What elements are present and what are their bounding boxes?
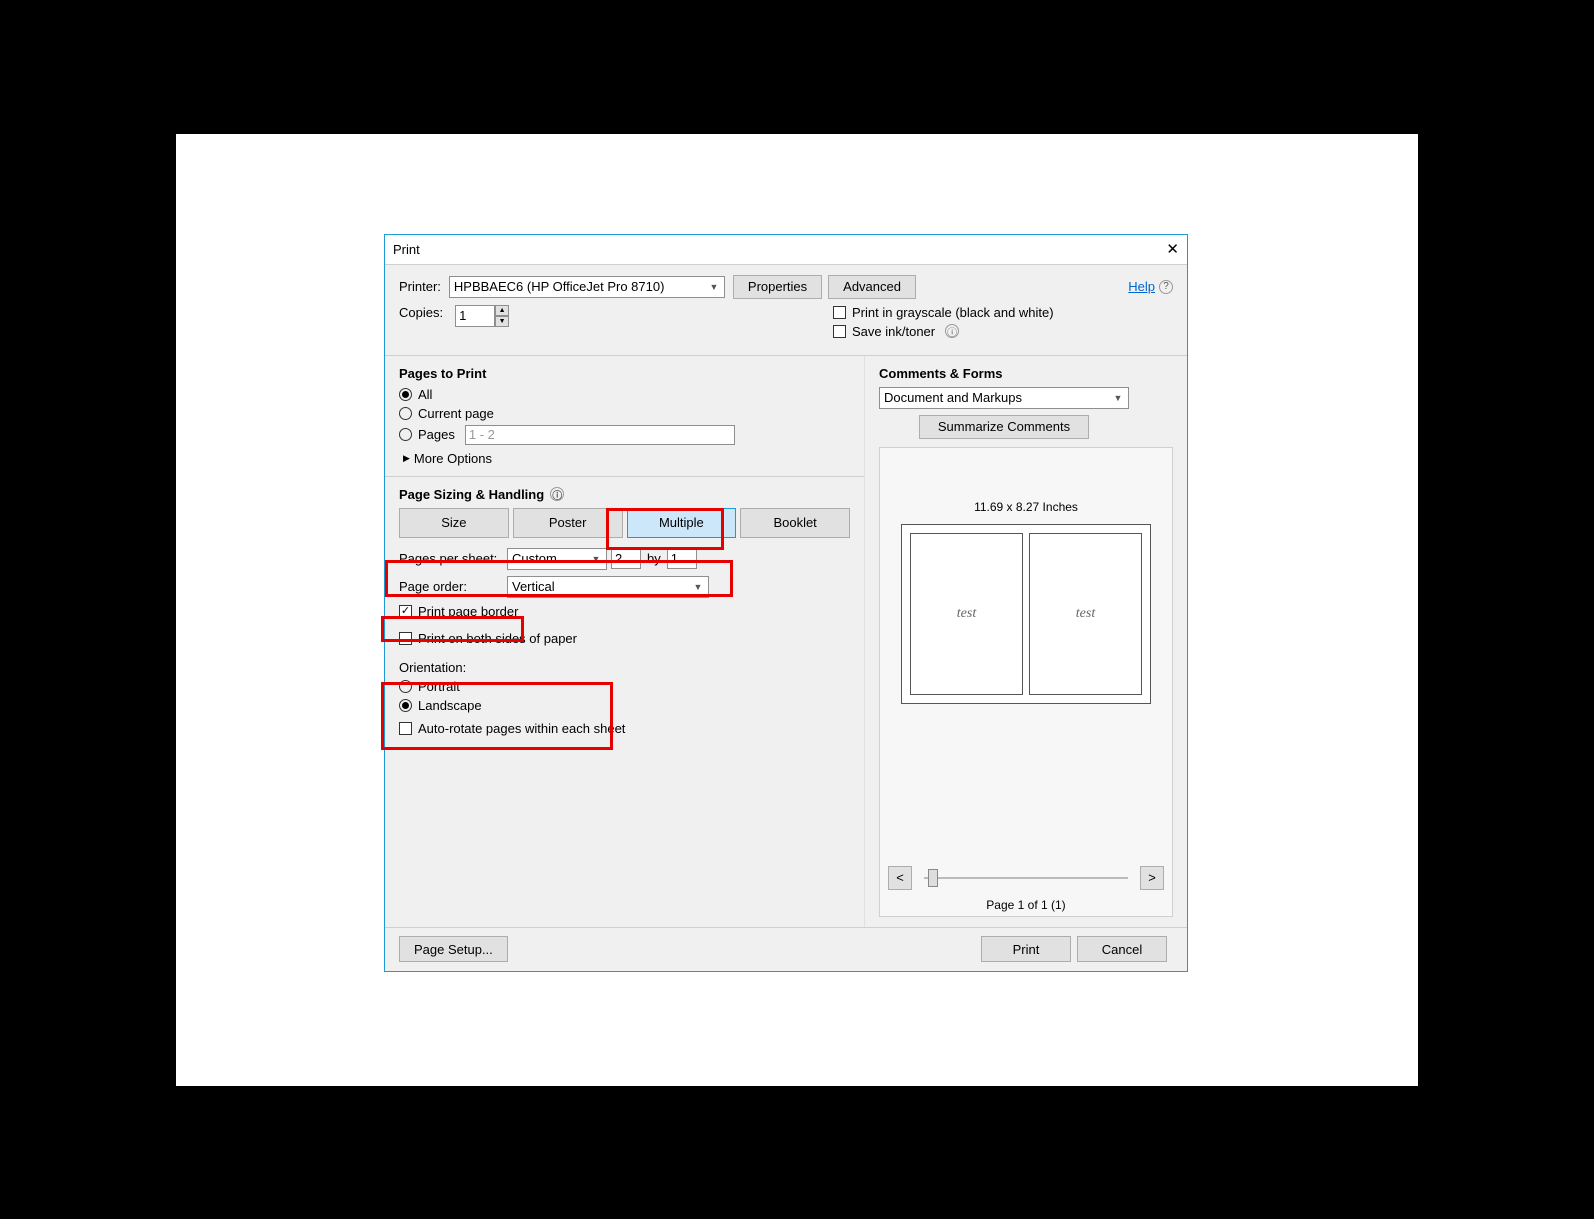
preview-slider[interactable]	[924, 868, 1128, 888]
page-setup-button[interactable]: Page Setup...	[399, 936, 508, 962]
print-dialog: Print ✕ Printer: HPBBAEC6 (HP OfficeJet …	[384, 234, 1188, 972]
printer-value: HPBBAEC6 (HP OfficeJet Pro 8710)	[454, 279, 665, 294]
summarize-comments-button[interactable]: Summarize Comments	[919, 415, 1089, 439]
comments-select[interactable]: Document and Markups ▼	[879, 387, 1129, 409]
preview-page-count: Page 1 of 1 (1)	[880, 898, 1172, 912]
preview-next-button[interactable]: >	[1140, 866, 1164, 890]
chevron-down-icon: ▼	[706, 277, 722, 297]
right-pane: Comments & Forms Document and Markups ▼ …	[865, 356, 1187, 927]
save-ink-checkbox[interactable]	[833, 325, 846, 338]
page-order-select[interactable]: Vertical ▼	[507, 576, 709, 598]
copies-down-icon[interactable]: ▼	[495, 316, 509, 327]
pages-range-input[interactable]	[465, 425, 735, 445]
pages-label: Pages	[418, 427, 455, 442]
radio-all[interactable]	[399, 388, 412, 401]
properties-button[interactable]: Properties	[733, 275, 822, 299]
handling-mode-tabs: Size Poster Multiple Booklet	[399, 508, 850, 538]
copies-input[interactable]	[455, 305, 495, 327]
save-ink-label: Save ink/toner	[852, 324, 935, 339]
radio-pages[interactable]	[399, 428, 412, 441]
preview-page-1: test	[910, 533, 1023, 695]
close-icon[interactable]: ✕	[1139, 240, 1179, 258]
top-controls: Printer: HPBBAEC6 (HP OfficeJet Pro 8710…	[385, 265, 1187, 355]
copies-label: Copies:	[399, 305, 443, 320]
tab-multiple[interactable]: Multiple	[627, 508, 737, 538]
triangle-right-icon: ▶	[403, 453, 410, 464]
radio-landscape[interactable]	[399, 699, 412, 712]
page-order-label: Page order:	[399, 579, 507, 594]
grayscale-checkbox[interactable]	[833, 306, 846, 319]
printer-select[interactable]: HPBBAEC6 (HP OfficeJet Pro 8710) ▼	[449, 276, 725, 298]
duplex-checkbox[interactable]	[399, 632, 412, 645]
left-pane: Pages to Print All Current page Pages ▶ …	[385, 356, 865, 927]
pages-to-print-title: Pages to Print	[399, 366, 850, 381]
printer-label: Printer:	[399, 279, 441, 294]
advanced-button[interactable]: Advanced	[828, 275, 916, 299]
preview-dimensions: 11.69 x 8.27 Inches	[974, 500, 1078, 514]
grayscale-label: Print in grayscale (black and white)	[852, 305, 1054, 320]
tab-poster[interactable]: Poster	[513, 508, 623, 538]
titlebar: Print ✕	[385, 235, 1187, 265]
radio-current-page[interactable]	[399, 407, 412, 420]
more-options-toggle[interactable]: ▶ More Options	[403, 451, 850, 466]
preview-prev-button[interactable]: <	[888, 866, 912, 890]
preview-area: 11.69 x 8.27 Inches test test < > Page 1…	[879, 447, 1173, 917]
dialog-title: Print	[393, 242, 1139, 257]
pps-rows-input[interactable]	[667, 549, 697, 569]
print-button[interactable]: Print	[981, 936, 1071, 962]
footer: Page Setup... Print Cancel	[385, 927, 1187, 971]
slider-thumb[interactable]	[928, 869, 938, 887]
pages-per-sheet-label: Pages per sheet:	[399, 551, 507, 566]
help-icon[interactable]: ?	[1159, 280, 1173, 294]
orientation-label: Orientation:	[399, 660, 850, 675]
chevron-down-icon: ▼	[690, 577, 706, 597]
sizing-title: Page Sizing & Handling	[399, 487, 544, 502]
pages-per-sheet-select[interactable]: Custom... ▼	[507, 548, 607, 570]
chevron-down-icon: ▼	[588, 549, 604, 569]
preview-page-2: test	[1029, 533, 1142, 695]
tab-booklet[interactable]: Booklet	[740, 508, 850, 538]
comments-title: Comments & Forms	[879, 366, 1173, 381]
radio-portrait[interactable]	[399, 680, 412, 693]
info-icon[interactable]: ⓘ	[550, 487, 564, 501]
preview-paper: test test	[901, 524, 1151, 704]
print-border-checkbox[interactable]	[399, 605, 412, 618]
cancel-button[interactable]: Cancel	[1077, 936, 1167, 962]
pps-cols-input[interactable]	[611, 549, 641, 569]
copies-up-icon[interactable]: ▲	[495, 305, 509, 316]
autorotate-checkbox[interactable]	[399, 722, 412, 735]
chevron-down-icon: ▼	[1110, 388, 1126, 408]
copies-spinner[interactable]: ▲ ▼	[455, 305, 509, 327]
tab-size[interactable]: Size	[399, 508, 509, 538]
pps-by-label: by	[647, 551, 661, 566]
help-link[interactable]: Help	[1128, 279, 1155, 294]
info-icon[interactable]: ⓘ	[945, 324, 959, 338]
